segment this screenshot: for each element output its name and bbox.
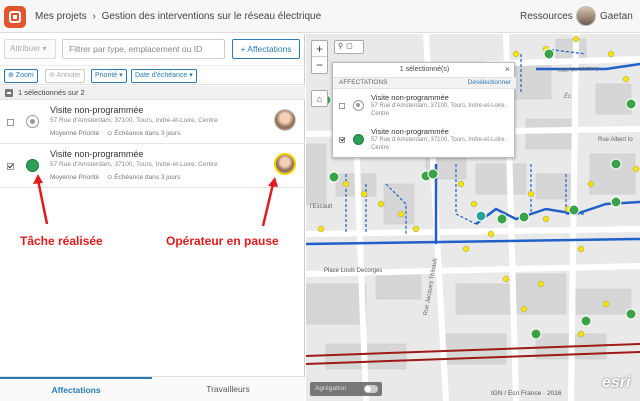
task-address: 57 Rue d'Amsterdam, 37100, Tours, Indre-…: [50, 117, 218, 124]
due-date-sort-button[interactable]: Date d'échéance ▾: [131, 69, 197, 83]
popup-section: AFFECTATIONS Désélectionner: [333, 77, 516, 89]
selection-popup: 1 sélectionné(s) × AFFECTATIONS Désélect…: [332, 62, 516, 158]
operator-avatar-paused[interactable]: [274, 153, 296, 175]
deselect-link[interactable]: Désélectionner: [468, 79, 511, 86]
tab-workers[interactable]: Travailleurs: [152, 377, 304, 401]
popup-task-title: Visite non-programmée: [371, 127, 449, 136]
page-title: Gestion des interventions sur le réseau …: [101, 11, 322, 22]
selection-summary-text: 1 sélectionnés sur 2: [18, 88, 85, 97]
task-checkbox[interactable]: [7, 163, 14, 170]
task-due: ⊙ Échéance dans 3 jours: [106, 130, 181, 137]
zoom-in-button[interactable]: +: [312, 41, 327, 57]
tab-assignments[interactable]: Affectations: [0, 377, 152, 401]
popup-header: 1 sélectionné(s): [399, 66, 450, 73]
cancel-button[interactable]: ⊘ Annuler: [45, 69, 85, 83]
annotation-operator-paused: Opérateur en pause: [166, 234, 279, 248]
task-checkbox[interactable]: [7, 119, 14, 126]
popup-task-checkbox[interactable]: [339, 137, 345, 143]
esri-logo: esri: [602, 374, 631, 391]
task-item[interactable]: Visite non-programmée 57 Rue d'Amsterdam…: [0, 101, 305, 144]
task-title: Visite non-programmée: [50, 105, 144, 115]
collapse-icon[interactable]: [5, 89, 13, 97]
arrow-operator-paused: [261, 183, 275, 227]
aggregation-label: Agrégation: [315, 385, 347, 392]
breadcrumb: Mes projets › Gestion des interventions …: [35, 11, 321, 22]
resources-link[interactable]: Ressources: [520, 11, 573, 22]
popup-task-checkbox[interactable]: [339, 103, 345, 109]
add-assignment-button[interactable]: + Affectations: [232, 39, 300, 59]
map-label-ec: Éc.: [564, 94, 573, 100]
breadcrumb-separator: ›: [92, 11, 96, 22]
status-done-icon: [353, 134, 364, 145]
arrow-task-done: [36, 179, 49, 225]
selection-summary: 1 sélectionnés sur 2: [0, 86, 305, 100]
list-toolbar: ⊕ Zoom ⊘ Annuler Priorité ▾ Date d'échéa…: [0, 65, 305, 85]
popup-task-item[interactable]: Visite non-programmée 57 Rue d'Amsterdam…: [333, 124, 516, 157]
map-label-escault: l'Escault: [310, 204, 333, 210]
map-label-albert: Rue Albert Io: [598, 137, 633, 143]
popup-task-address: 57 Rue d'Amsterdam, 37100, Tours, Indre-…: [371, 103, 507, 117]
filter-row: Attribuer ▾ + Affectations: [0, 34, 305, 64]
user-name[interactable]: Gaetan: [600, 11, 633, 22]
task-meta: Moyenne Priorité ⊙ Échéance dans 3 jours: [50, 129, 180, 137]
arrow-head-task-done: [33, 174, 43, 184]
priority-sort-button[interactable]: Priorité ▾: [91, 69, 127, 83]
popup-section-label: AFFECTATIONS: [339, 79, 388, 86]
home-button[interactable]: ⌂: [311, 90, 328, 107]
status-pending-icon: [353, 100, 364, 111]
user-avatar[interactable]: [576, 6, 596, 26]
map-attribution: IGN / Esri France · 2016: [491, 390, 562, 397]
app-logo-icon[interactable]: [4, 6, 26, 28]
popup-task-item[interactable]: Visite non-programmée 57 Rue d'Amsterdam…: [333, 90, 516, 123]
task-priority: Moyenne Priorité: [50, 130, 100, 137]
annotation-task-done: Tâche réalisée: [20, 234, 103, 248]
aggregation-toggle[interactable]: Agrégation: [310, 382, 382, 396]
top-bar: Mes projets › Gestion des interventions …: [0, 0, 640, 33]
toggle-switch[interactable]: [364, 385, 378, 393]
popup-task-title: Visite non-programmée: [371, 93, 449, 102]
status-pending-icon: [26, 115, 39, 128]
map-view[interactable]: Rue de Mettray Éc. l'Escault Rue Albert …: [306, 34, 640, 401]
assignments-panel: Attribuer ▾ + Affectations ⊕ Zoom ⊘ Annu…: [0, 34, 305, 401]
task-title: Visite non-programmée: [50, 149, 144, 159]
map-label-place: Place Louis Decorges: [324, 268, 383, 274]
zoom-out-button[interactable]: −: [312, 57, 327, 73]
arrow-head-operator-paused: [268, 177, 278, 187]
task-address: 57 Rue d'Amsterdam, 37100, Tours, Indre-…: [50, 161, 218, 168]
map-selection-tools[interactable]: ⚲▢: [334, 40, 364, 54]
breadcrumb-root[interactable]: Mes projets: [35, 11, 87, 22]
zoom-button[interactable]: ⊕ Zoom: [4, 69, 38, 83]
operator-avatar[interactable]: [274, 109, 296, 131]
close-icon[interactable]: ×: [505, 64, 510, 74]
filter-input[interactable]: [62, 39, 225, 59]
zoom-control: + −: [311, 40, 328, 74]
status-done-icon: [26, 159, 39, 172]
assign-dropdown[interactable]: Attribuer ▾: [4, 39, 56, 59]
bottom-tabs: Affectations Travailleurs: [0, 376, 305, 401]
popup-task-address: 57 Rue d'Amsterdam, 37100, Tours, Indre-…: [371, 137, 507, 151]
